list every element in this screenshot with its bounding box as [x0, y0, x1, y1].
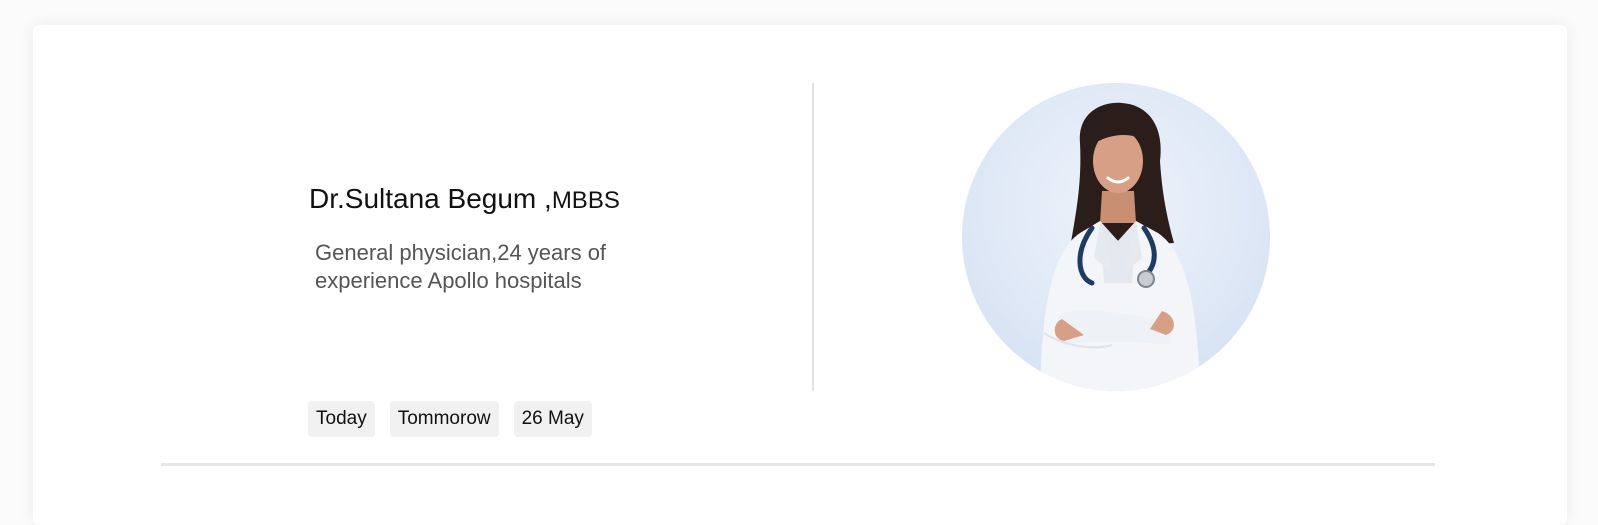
date-chip-today[interactable]: Today	[308, 401, 375, 437]
horizontal-divider	[161, 463, 1435, 466]
date-chip-26-may[interactable]: 26 May	[513, 401, 592, 437]
date-selector: Today Tommorow 26 May	[308, 401, 592, 437]
doctor-card: Dr.Sultana Begum ,MBBS General physician…	[33, 25, 1567, 525]
date-chip-tomorrow[interactable]: Tommorow	[389, 401, 499, 437]
doctor-name-text: Dr.Sultana Begum ,	[309, 183, 552, 214]
doctor-photo-illustration	[1040, 102, 1200, 391]
doctor-description: General physician,24 years of experience…	[315, 240, 607, 293]
doctor-name: Dr.Sultana Begum ,MBBS	[309, 183, 620, 215]
vertical-divider	[812, 83, 814, 391]
doctor-avatar	[962, 83, 1270, 391]
doctor-degree: MBBS	[551, 187, 620, 214]
